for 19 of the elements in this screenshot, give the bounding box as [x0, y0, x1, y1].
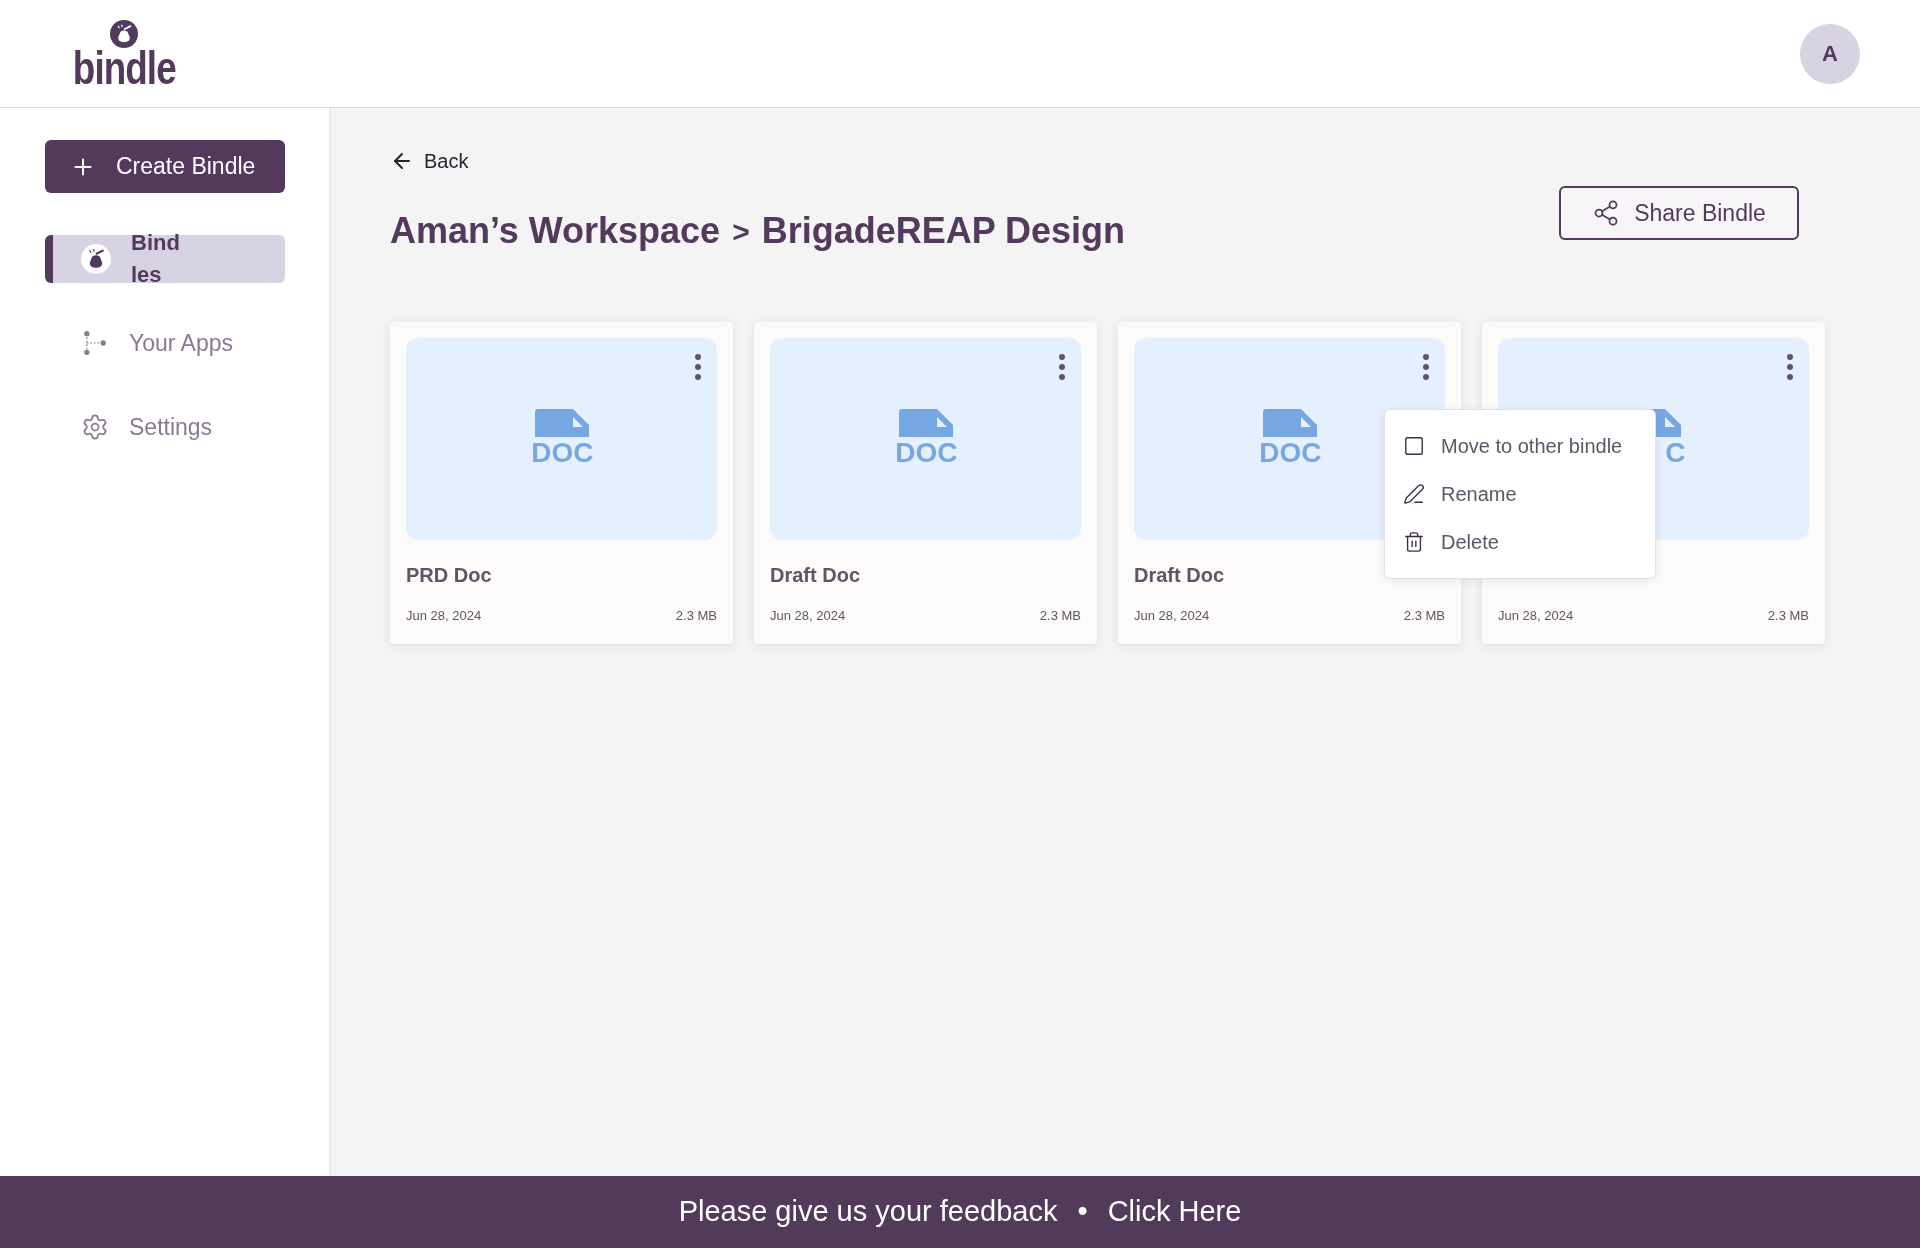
file-type-label: DOC: [894, 437, 958, 469]
file-type-label: DOC: [1258, 437, 1322, 469]
file-size: 2.3 MB: [1767, 607, 1809, 625]
file-type-label: DOC: [530, 437, 594, 469]
file-date: Jun 28, 2024: [406, 607, 482, 625]
file-size: 2.3 MB: [675, 607, 717, 625]
file-title: Draft Doc: [770, 564, 860, 586]
file-title: PRD Doc: [406, 564, 492, 586]
logo-text: bindle: [72, 47, 176, 88]
file-title: Draft Doc: [1134, 564, 1224, 586]
file-size: 2.3 MB: [1403, 607, 1445, 625]
file-date: Jun 28, 2024: [770, 607, 846, 625]
file-date: Jun 28, 2024: [1134, 607, 1210, 625]
file-type-label: C: [1664, 437, 1686, 469]
file-date: Jun 28, 2024: [1498, 607, 1574, 625]
breadcrumb-separator: >: [732, 213, 750, 250]
bullet-separator: •: [1077, 1194, 1088, 1230]
file-size: 2.3 MB: [1039, 607, 1081, 625]
feedback-text: Please give us your feedback: [678, 1194, 1058, 1230]
